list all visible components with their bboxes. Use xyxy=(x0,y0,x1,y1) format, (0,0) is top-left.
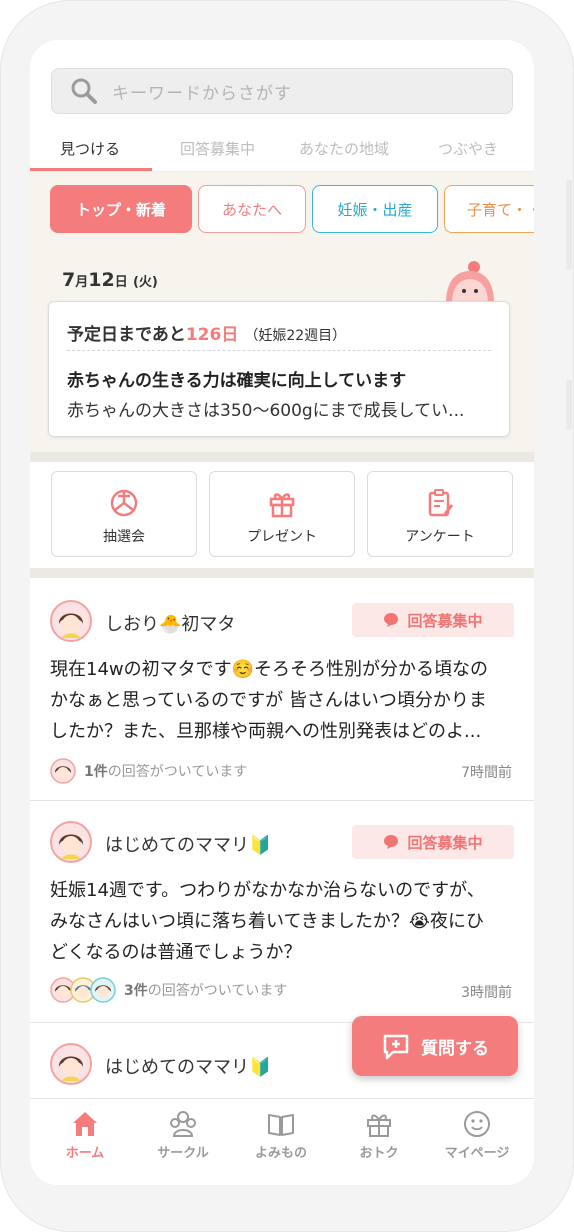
survey-label: アンケート xyxy=(405,529,475,545)
post-username[interactable]: はじめてのママリ🔰 xyxy=(105,1053,271,1079)
post-username[interactable]: はじめてのママリ🔰 xyxy=(105,831,271,857)
post-username[interactable]: しおり🐣初マタ xyxy=(105,610,235,636)
app-screen: キーワードからさがす 見つける 回答募集中 あなたの地域 つぶやき トップ・新着… xyxy=(30,40,534,1185)
add-comment-icon xyxy=(383,1034,409,1060)
growth-body: 赤ちゃんの大きさは350〜600gにまで成長してい... xyxy=(67,401,465,421)
status-badge: 回答募集中 xyxy=(352,603,514,637)
section-divider xyxy=(30,452,534,462)
pregnancy-section: 7月12日 (火) 予定日まであと126日 （妊娠22週目） 赤ちゃんの生きる力は… xyxy=(30,247,534,462)
nav-home[interactable]: ホーム xyxy=(35,1109,135,1161)
active-tab-indicator xyxy=(30,168,152,171)
post-time: 7時間前 xyxy=(461,765,512,781)
post-time: 3時間前 xyxy=(461,985,512,1001)
lottery-icon xyxy=(110,489,138,517)
due-date-countdown: 予定日まであと126日 （妊娠22週目） xyxy=(67,325,347,345)
gift-icon xyxy=(269,493,295,518)
home-icon xyxy=(73,1112,97,1136)
pregnancy-info-card[interactable]: 予定日まであと126日 （妊娠22週目） 赤ちゃんの生きる力は確実に向上しています… xyxy=(48,301,510,437)
smile-icon xyxy=(464,1111,490,1137)
lottery-button[interactable]: 抽選会 xyxy=(51,471,197,557)
tab-awaiting-answers[interactable]: 回答募集中 xyxy=(180,138,255,159)
bottom-navigation: ホーム サークル よみもの おトク マイページ xyxy=(30,1098,534,1185)
answer-count: 1件 xyxy=(84,764,108,780)
speech-bubble-icon xyxy=(384,835,399,849)
post-card[interactable]: はじめてのママリ🔰 回答募集中 妊娠14週です。つわりがなかなか治らないのですが… xyxy=(30,801,534,1022)
answerer-avatar xyxy=(90,977,116,1003)
tab-your-area[interactable]: あなたの地域 xyxy=(299,138,389,159)
gift-icon xyxy=(367,1114,391,1137)
circle-icon xyxy=(170,1111,196,1137)
status-badge: 回答募集中 xyxy=(352,825,514,859)
quick-actions: 抽選会 プレゼント アンケート xyxy=(30,462,534,576)
post-card[interactable]: しおり🐣初マタ 回答募集中 現在14wの初マタです☺️そろそろ性別が分かる頃なの… xyxy=(30,578,534,800)
present-label: プレゼント xyxy=(247,529,317,545)
tab-tweets[interactable]: つぶやき xyxy=(438,138,498,159)
answerer-avatars xyxy=(50,977,116,1003)
chip-for-you[interactable]: あなたへ xyxy=(198,185,306,233)
phone-frame: キーワードからさがす 見つける 回答募集中 あなたの地域 つぶやき トップ・新着… xyxy=(0,0,574,1232)
present-button[interactable]: プレゼント xyxy=(209,471,355,557)
lottery-label: 抽選会 xyxy=(103,529,145,545)
answer-meta: 3件 の回答がついています xyxy=(50,976,287,1004)
speech-bubble-icon xyxy=(384,613,399,627)
phone-side-button xyxy=(566,380,572,430)
chip-top-new[interactable]: トップ・新着 xyxy=(50,185,192,233)
answer-meta: 1件 の回答がついています xyxy=(50,757,247,785)
baby-mascot-icon xyxy=(446,261,494,303)
search-placeholder: キーワードからさがす xyxy=(112,83,292,104)
post-body: 現在14wの初マタです☺️そろそろ性別が分かる頃なの かなぁと思っているのですが… xyxy=(50,659,489,742)
nav-mypage[interactable]: マイページ xyxy=(427,1109,527,1161)
answer-count: 3件 xyxy=(124,983,148,999)
nav-circle[interactable]: サークル xyxy=(133,1109,233,1161)
phone-side-button xyxy=(566,180,572,270)
chip-pregnancy-birth[interactable]: 妊娠・出産 xyxy=(312,185,438,233)
user-avatar xyxy=(50,600,92,642)
category-chips: トップ・新着 あなたへ 妊娠・出産 子育て・・ xyxy=(30,172,534,247)
post-body: 妊娠14週です。つわりがなかなか治らないのですが、 みなさんはいつ頃に落ち着いて… xyxy=(50,880,485,963)
top-tabs: 見つける 回答募集中 あなたの地域 つぶやき xyxy=(30,132,534,172)
chip-parenting[interactable]: 子育て・・ xyxy=(444,185,534,233)
nav-articles[interactable]: よみもの xyxy=(231,1109,331,1161)
date-label: 7月12日 (火) xyxy=(62,269,158,291)
nav-deals[interactable]: おトク xyxy=(329,1109,429,1161)
ask-question-button[interactable]: 質問する xyxy=(352,1016,518,1076)
book-icon xyxy=(268,1114,294,1136)
user-avatar xyxy=(50,821,92,863)
survey-icon xyxy=(428,489,454,517)
section-divider xyxy=(30,568,534,578)
user-avatar xyxy=(50,1043,92,1085)
card-divider xyxy=(67,350,491,351)
growth-headline: 赤ちゃんの生きる力は確実に向上しています xyxy=(67,371,407,391)
answerer-avatar xyxy=(50,758,76,784)
survey-button[interactable]: アンケート xyxy=(367,471,513,557)
tab-discover[interactable]: 見つける xyxy=(60,138,120,159)
search-icon xyxy=(71,78,97,104)
search-input[interactable]: キーワードからさがす xyxy=(51,68,513,114)
